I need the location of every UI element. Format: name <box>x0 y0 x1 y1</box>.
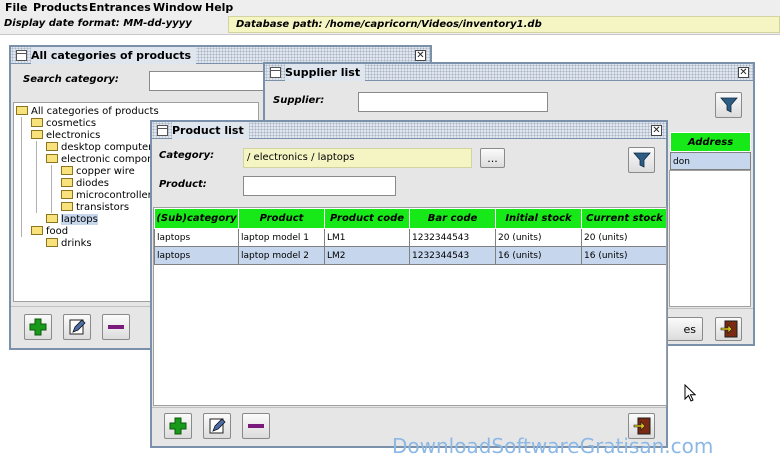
edit-icon <box>69 319 86 335</box>
table-header-row: (Sub)category Product Product code Bar c… <box>154 208 666 229</box>
column-header-product[interactable]: Product <box>238 208 325 229</box>
table-row[interactable]: laptops laptop model 1 LM1 1232344543 20… <box>154 228 666 247</box>
remove-category-button[interactable] <box>102 314 130 340</box>
tree-node[interactable]: food <box>31 226 68 238</box>
tree-node[interactable]: diodes <box>61 178 109 190</box>
folder-icon <box>61 190 73 199</box>
supplier-table-body[interactable] <box>669 170 751 307</box>
product-window: Product list ✕ Category: / electronics /… <box>150 120 668 448</box>
column-header-subcategory[interactable]: (Sub)category <box>154 208 239 229</box>
menu-window[interactable]: Window <box>150 0 205 15</box>
product-input[interactable] <box>243 176 396 196</box>
tree-node[interactable]: transistors <box>61 202 129 214</box>
column-header-current-stock[interactable]: Current stock <box>581 208 666 229</box>
supplier-address-header[interactable]: Address <box>670 132 751 152</box>
search-category-label: Search category: <box>23 74 119 85</box>
remove-product-button[interactable] <box>242 413 270 439</box>
window-icon <box>270 67 281 78</box>
folder-icon <box>31 226 43 235</box>
categories-window-title: All categories of products <box>31 47 197 64</box>
minus-icon <box>248 424 264 428</box>
table-cell: laptops <box>154 228 239 247</box>
supplier-address-cell[interactable]: don <box>670 152 751 170</box>
table-cell: 20 (units) <box>495 228 582 247</box>
folder-icon <box>31 130 43 139</box>
product-window-title: Product list <box>172 122 249 139</box>
folder-icon <box>46 154 58 163</box>
menu-help[interactable]: Help <box>202 0 236 15</box>
tree-node[interactable]: electronic compon <box>46 154 153 166</box>
product-filter-button[interactable] <box>628 147 655 173</box>
database-path-field: Database path: /home/capricorn/Videos/in… <box>228 16 780 33</box>
menu-entrances[interactable]: Entrances <box>86 0 154 15</box>
table-cell: LM2 <box>324 246 410 265</box>
table-cell: laptops <box>154 246 239 265</box>
edit-category-button[interactable] <box>63 314 91 340</box>
menu-products[interactable]: Products <box>30 0 91 15</box>
folder-icon <box>16 106 28 115</box>
add-category-button[interactable] <box>24 314 52 340</box>
column-header-product-code[interactable]: Product code <box>324 208 410 229</box>
table-row-selected[interactable]: laptops laptop model 2 LM2 1232344543 16… <box>154 246 666 265</box>
folder-icon <box>61 202 73 211</box>
folder-icon <box>46 238 58 247</box>
folder-icon <box>46 142 58 151</box>
folder-icon <box>61 166 73 175</box>
close-icon[interactable]: ✕ <box>738 67 749 78</box>
filter-icon <box>632 152 651 168</box>
folder-icon <box>61 178 73 187</box>
watermark-text: DownloadSoftwareGratisan.com <box>392 434 714 458</box>
menu-file[interactable]: File <box>2 0 31 15</box>
table-cell: 16 (units) <box>495 246 582 265</box>
tree-node[interactable]: copper wire <box>61 166 135 178</box>
product-label: Product: <box>159 179 207 190</box>
supplier-window-titlebar[interactable]: Supplier list ✕ <box>265 64 753 81</box>
close-icon[interactable]: ✕ <box>415 50 426 61</box>
edit-product-button[interactable] <box>203 413 231 439</box>
menu-bar: File Products Entrances Window Help <box>0 0 780 15</box>
table-cell: laptop model 1 <box>238 228 325 247</box>
table-cell: laptop model 2 <box>238 246 325 265</box>
window-icon <box>157 125 168 136</box>
tree-node[interactable]: desktop computers <box>46 142 158 154</box>
table-cell: LM1 <box>324 228 410 247</box>
tree-node[interactable]: drinks <box>46 238 92 250</box>
supplier-window-title: Supplier list <box>285 64 366 81</box>
category-label: Category: <box>159 150 215 161</box>
tree-node-selected[interactable]: laptops <box>46 214 98 226</box>
plus-icon <box>29 318 47 336</box>
table-cell: 16 (units) <box>581 246 666 265</box>
close-icon[interactable]: ✕ <box>651 125 662 136</box>
category-field: / electronics / laptops <box>243 148 472 168</box>
status-bar: Display date format: MM-dd-yyyy Database… <box>0 15 780 35</box>
tree-node[interactable]: electronics <box>31 130 100 142</box>
column-header-initial-stock[interactable]: Initial stock <box>495 208 582 229</box>
table-cell: 1232344543 <box>409 246 496 265</box>
window-icon <box>16 50 27 61</box>
minus-icon <box>108 325 124 329</box>
add-product-button[interactable] <box>164 413 192 439</box>
folder-icon <box>46 214 58 223</box>
filter-icon <box>719 97 738 113</box>
mouse-cursor-icon <box>684 384 696 402</box>
column-header-bar-code[interactable]: Bar code <box>409 208 496 229</box>
supplier-exit-button[interactable] <box>715 317 742 341</box>
date-format-label: Display date format: MM-dd-yyyy <box>4 18 192 29</box>
supplier-label: Supplier: <box>273 95 325 106</box>
edit-icon <box>209 418 226 434</box>
browse-category-button[interactable]: ... <box>480 148 505 168</box>
folder-icon <box>31 118 43 127</box>
plus-icon <box>169 417 187 435</box>
tree-node[interactable]: All categories of products <box>16 106 159 118</box>
supplier-input[interactable] <box>358 92 548 112</box>
table-cell: 1232344543 <box>409 228 496 247</box>
table-cell: 20 (units) <box>581 228 666 247</box>
exit-icon <box>720 320 737 338</box>
product-window-titlebar[interactable]: Product list ✕ <box>152 122 666 139</box>
exit-icon <box>633 417 650 435</box>
tree-node[interactable]: microcontrollers <box>61 190 157 202</box>
product-table[interactable]: (Sub)category Product Product code Bar c… <box>153 207 667 406</box>
tree-node[interactable]: cosmetics <box>31 118 96 130</box>
supplier-filter-button[interactable] <box>715 92 742 118</box>
